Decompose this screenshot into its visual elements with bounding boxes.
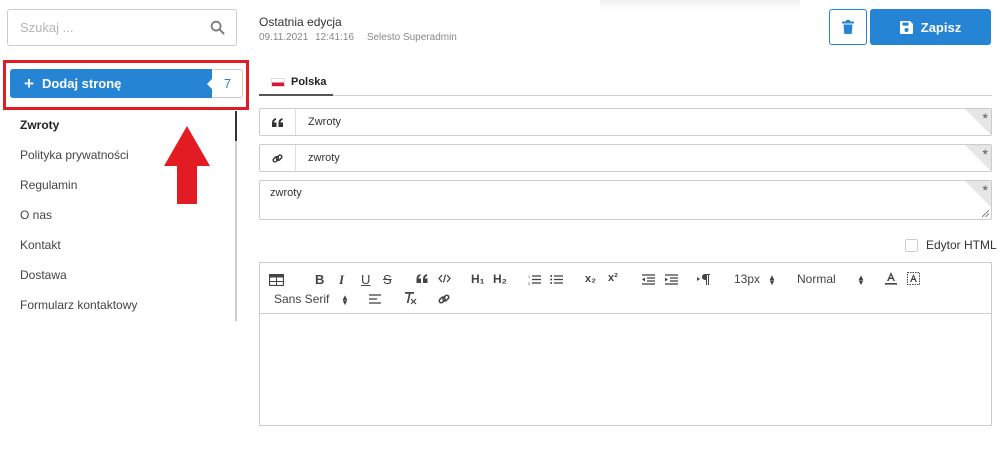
html-editor-label: Edytor HTML (926, 238, 997, 252)
rich-text-editor[interactable]: B I U S H₁ H₂ 1 2 x₂ x² 13px ▲ ▼ Normal … (259, 262, 992, 426)
tab-active-indicator (259, 94, 333, 96)
trash-icon (842, 20, 854, 34)
required-mark: * (982, 146, 988, 162)
code-icon[interactable] (438, 274, 451, 283)
heading-2-button[interactable]: H₂ (493, 272, 507, 286)
description-field[interactable]: zwroty * (259, 180, 992, 220)
page-item-zwroty[interactable]: Zwroty (20, 118, 59, 132)
updown-caret-icon: ▲ ▼ (768, 273, 776, 287)
required-mark: * (982, 110, 988, 126)
font-family-select[interactable]: Sans Serif ▲ ▼ (274, 292, 354, 307)
link-icon[interactable] (438, 293, 450, 305)
font-color-icon[interactable] (885, 272, 897, 285)
strikethrough-button[interactable]: S (383, 272, 392, 287)
updown-caret-icon: ▲ ▼ (341, 293, 349, 307)
table-icon[interactable] (269, 274, 284, 286)
subscript-button[interactable]: x₂ (585, 273, 596, 285)
description-textarea[interactable]: zwroty (270, 187, 950, 215)
page-item-polityka-prywatnosci[interactable]: Polityka prywatności (20, 148, 129, 162)
font-family-value: Sans Serif (274, 292, 330, 306)
blockquote-icon[interactable] (416, 274, 428, 283)
page-list: Zwroty Polityka prywatności Regulamin O … (8, 111, 237, 321)
page-count-badge: 7 (207, 69, 243, 98)
slug-field[interactable]: * (259, 144, 992, 172)
link-icon (260, 145, 296, 171)
html-editor-toggle[interactable]: Edytor HTML (905, 238, 997, 252)
last-edit-time: 12:41:16 (315, 32, 355, 43)
add-page-label: Dodaj stronę (41, 76, 122, 91)
add-page-button[interactable]: + Dodaj stronę (10, 69, 212, 98)
top-shadow (600, 0, 800, 10)
clear-formatting-icon[interactable] (404, 292, 417, 305)
add-page-highlight-frame: + Dodaj stronę 7 (3, 60, 249, 110)
active-page-indicator (235, 111, 237, 141)
svg-text:2: 2 (528, 281, 531, 285)
quote-icon (260, 109, 296, 135)
slug-input[interactable] (308, 145, 908, 171)
bold-button[interactable]: B (315, 272, 324, 287)
tab-divider (259, 95, 992, 96)
page-item-kontakt[interactable]: Kontakt (20, 238, 61, 252)
header-select[interactable]: Normal ▲ ▼ (797, 272, 867, 287)
editor-content-area[interactable] (260, 315, 991, 425)
page-item-formularz-kontaktowy[interactable]: Formularz kontaktowy (20, 298, 137, 312)
text-direction-icon[interactable] (697, 274, 710, 285)
indent-icon[interactable] (665, 274, 678, 285)
outdent-icon[interactable] (642, 274, 655, 285)
page-item-regulamin[interactable]: Regulamin (20, 178, 77, 192)
title-field[interactable]: * (259, 108, 992, 136)
header-value: Normal (797, 272, 836, 286)
poland-flag-icon (271, 77, 285, 87)
tab-polska-label: Polska (291, 76, 327, 88)
html-editor-checkbox[interactable] (905, 238, 918, 252)
search-icon[interactable] (210, 20, 225, 35)
last-edit-date: 09.11.2021 (259, 32, 309, 43)
background-color-icon[interactable] (907, 272, 920, 285)
page-item-o-nas[interactable]: O nas (20, 208, 52, 222)
resize-handle-icon[interactable] (982, 210, 989, 217)
required-mark: * (982, 182, 988, 198)
last-edit-title: Ostatnia edycja (259, 15, 342, 29)
ordered-list-icon[interactable]: 1 2 (528, 274, 541, 285)
superscript-button[interactable]: x² (608, 272, 618, 284)
font-size-value: 13px (734, 272, 761, 286)
plus-icon: + (24, 73, 34, 93)
save-label: Zapisz (920, 19, 962, 35)
title-input[interactable] (308, 109, 908, 135)
bullet-list-icon[interactable] (550, 274, 563, 285)
save-button[interactable]: Zapisz (870, 9, 991, 45)
delete-button[interactable] (829, 9, 867, 45)
search-input[interactable] (20, 10, 200, 45)
svg-text:1: 1 (528, 274, 531, 279)
font-size-select[interactable]: 13px ▲ ▼ (734, 272, 779, 287)
editor-toolbar: B I U S H₁ H₂ 1 2 x₂ x² 13px ▲ ▼ Normal … (260, 263, 991, 314)
tab-polska[interactable]: Polska (271, 76, 326, 88)
floppy-disk-icon (899, 20, 913, 34)
italic-button[interactable]: I (339, 272, 344, 288)
search-box[interactable] (7, 9, 237, 46)
last-edit-user: Selesto Superadmin (366, 32, 457, 43)
underline-button[interactable]: U (361, 272, 370, 287)
heading-1-button[interactable]: H₁ (471, 272, 485, 286)
updown-caret-icon: ▲ ▼ (857, 273, 865, 287)
last-edit-info: 09.11.2021 12:41:16 Selesto Superadmin (259, 32, 461, 43)
align-left-icon[interactable] (369, 294, 381, 304)
page-item-dostawa[interactable]: Dostawa (20, 268, 67, 282)
